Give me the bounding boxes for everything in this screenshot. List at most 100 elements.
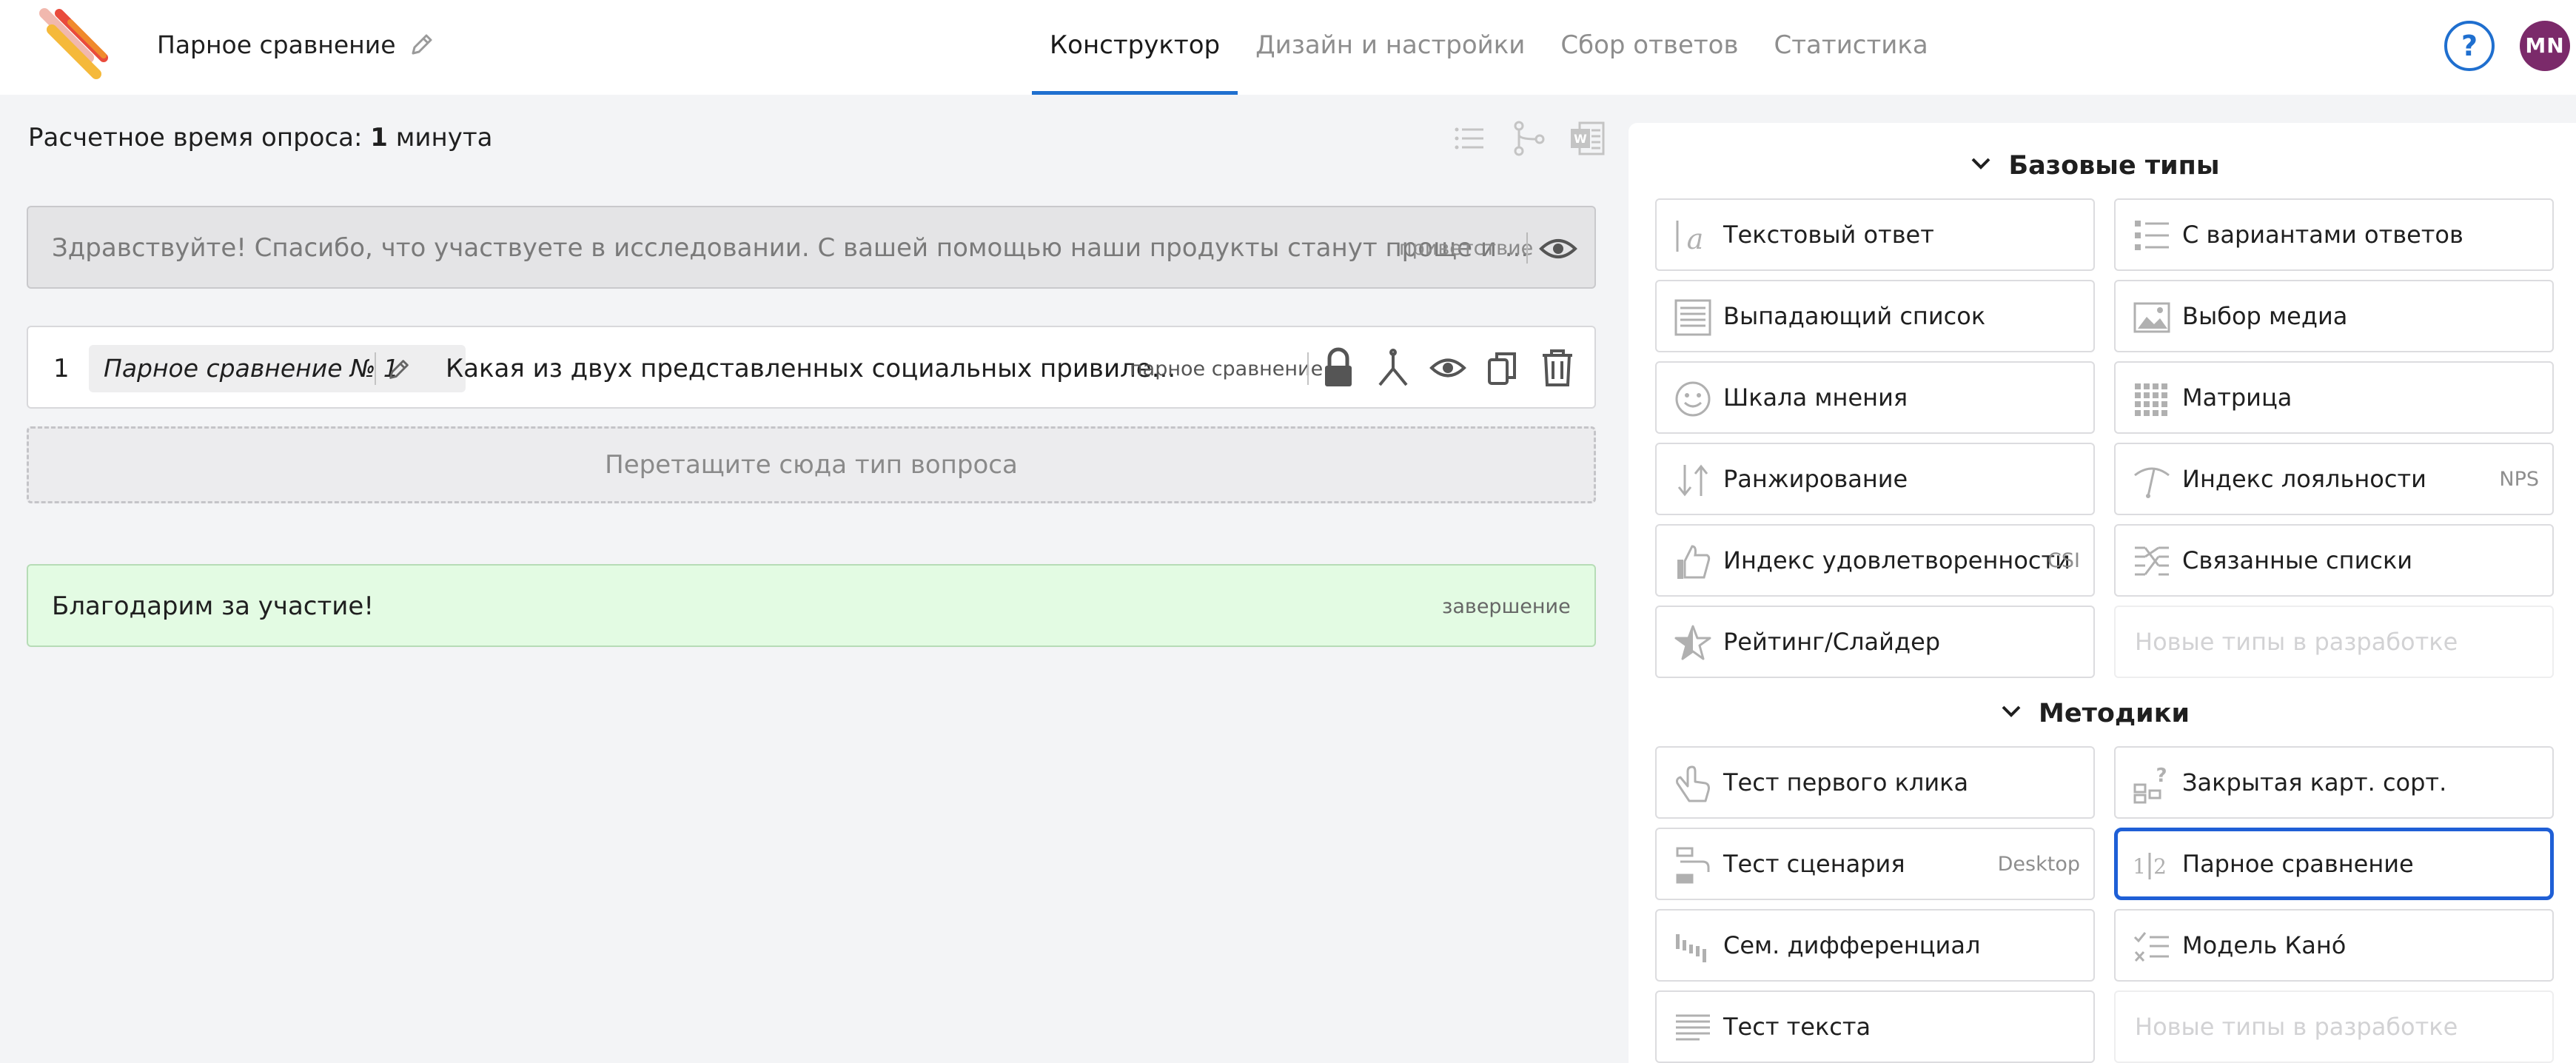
svg-text:W: W <box>1574 132 1587 146</box>
scenario-icon <box>1676 847 1710 884</box>
finish-text: Благодарим за участие! <box>52 591 374 621</box>
methods-header[interactable]: Методики <box>1629 696 2561 731</box>
basic-types-title: Базовые типы <box>2008 151 2220 181</box>
question-number: 1 <box>53 354 70 383</box>
method-first-click[interactable]: Тест первого клика <box>1655 746 2095 819</box>
media-image-icon <box>2133 302 2170 333</box>
help-button[interactable]: ? <box>2444 21 2495 71</box>
word-export-icon[interactable]: W <box>1569 120 1606 157</box>
type-satisfaction-index[interactable]: Индекс удовлетворенности CSI <box>1655 524 2095 597</box>
type-label: Сем. дифференциал <box>1723 931 1981 959</box>
type-dropdown[interactable]: Выпадающий список <box>1655 280 2095 352</box>
finish-block[interactable]: Благодарим за участие! завершение <box>27 564 1596 647</box>
question-types-panel: Базовые типы a Текстовый ответ С вариант… <box>1629 123 2576 1063</box>
chevron-down-icon <box>2002 705 2021 717</box>
method-scenario-test[interactable]: Тест сценария Desktop <box>1655 828 2095 900</box>
lock-icon[interactable] <box>1319 346 1358 389</box>
type-placeholder: Новые типы в разработке <box>2114 990 2554 1063</box>
method-closed-card-sort[interactable]: ? Закрытая карт. сорт. <box>2114 746 2554 819</box>
type-badge: Desktop <box>1997 853 2080 876</box>
avatar[interactable]: MN <box>2520 21 2570 71</box>
logic-branch-icon[interactable] <box>1510 120 1547 157</box>
divider <box>375 352 376 385</box>
divider <box>1307 352 1309 385</box>
method-text-test[interactable]: Тест текста <box>1655 990 2095 1063</box>
type-media-choice[interactable]: Выбор медиа <box>2114 280 2554 352</box>
type-label: Новые типы в разработке <box>2135 1013 2458 1041</box>
estimated-time-unit: минута <box>395 123 493 152</box>
pair-compare-icon: 12 <box>2133 853 2167 879</box>
estimated-time-value: 1 <box>370 123 388 152</box>
estimated-time: Расчетное время опроса: 1 минута <box>28 120 493 155</box>
method-semantic-differential[interactable]: Сем. дифференциал <box>1655 909 2095 982</box>
type-multiple-choice[interactable]: С вариантами ответов <box>2114 198 2554 271</box>
dropzone-text: Перетащите сюда тип вопроса <box>605 450 1018 480</box>
type-label: Закрытая карт. сорт. <box>2182 768 2447 797</box>
type-badge: CSI <box>2047 549 2080 572</box>
question-text[interactable]: Какая из двух представленных социальных … <box>446 352 1175 386</box>
type-badge: NPS <box>2499 468 2539 491</box>
kano-model-icon <box>2133 932 2169 962</box>
svg-text:2: 2 <box>2153 854 2167 879</box>
finish-tag: завершение <box>1442 595 1571 618</box>
type-matrix[interactable]: Матрица <box>2114 361 2554 434</box>
question-dropzone[interactable]: Перетащите сюда тип вопроса <box>27 426 1596 503</box>
eye-icon[interactable] <box>1429 346 1467 389</box>
type-label: Связанные списки <box>2182 546 2413 574</box>
type-text-answer[interactable]: a Текстовый ответ <box>1655 198 2095 271</box>
type-label: Индекс лояльности <box>2182 465 2426 493</box>
gauge-icon <box>2134 467 2170 498</box>
tab-design-settings[interactable]: Дизайн и настройки <box>1238 0 1543 95</box>
type-label: Выпадающий список <box>1723 302 1986 330</box>
type-rating-slider[interactable]: Рейтинг/Слайдер <box>1655 606 2095 678</box>
estimated-time-label: Расчетное время опроса: <box>28 123 363 152</box>
copy-icon[interactable] <box>1483 346 1522 389</box>
method-kano-model[interactable]: Модель Кано́ <box>2114 909 2554 982</box>
type-label: Парное сравнение <box>2182 850 2414 878</box>
card-sort-icon: ? <box>2133 765 2167 804</box>
tab-collect-responses[interactable]: Сбор ответов <box>1543 0 1756 95</box>
eye-icon[interactable] <box>1538 232 1578 265</box>
welcome-tag: приветствие <box>1399 237 1534 260</box>
welcome-text: Здравствуйте! Спасибо, что участвуете в … <box>52 233 1529 263</box>
linked-lists-icon <box>2135 546 2169 576</box>
semantic-diff-icon <box>1676 934 1706 962</box>
tab-constructor[interactable]: Конструктор <box>1032 0 1238 95</box>
list-view-icon[interactable] <box>1451 120 1488 157</box>
question-type: парное сравнение <box>1130 358 1324 380</box>
pencil-icon[interactable] <box>385 355 413 383</box>
star-icon <box>1674 625 1711 660</box>
methods-title: Методики <box>2039 699 2190 728</box>
type-linked-lists[interactable]: Связанные списки <box>2114 524 2554 597</box>
type-label: Шкала мнения <box>1723 383 1908 412</box>
dropdown-list-icon <box>1674 299 1711 336</box>
main-tabs: Конструктор Дизайн и настройки Сбор отве… <box>1032 0 1946 95</box>
svg-text:?: ? <box>2156 765 2167 787</box>
type-opinion-scale[interactable]: Шкала мнения <box>1655 361 2095 434</box>
type-label: Тест сценария <box>1723 850 1905 878</box>
svg-text:1: 1 <box>2133 854 2146 879</box>
pencil-icon[interactable] <box>407 30 437 59</box>
basic-types-header[interactable]: Базовые типы <box>1629 148 2561 184</box>
divider <box>1526 232 1528 264</box>
type-ranking[interactable]: Ранжирование <box>1655 443 2095 515</box>
tab-statistics[interactable]: Статистика <box>1757 0 1946 95</box>
matrix-grid-icon <box>2135 383 2167 416</box>
welcome-block[interactable]: Здравствуйте! Спасибо, что участвуете в … <box>27 206 1596 289</box>
method-pair-comparison[interactable]: 12 Парное сравнение <box>2114 828 2554 900</box>
branch-icon[interactable] <box>1374 346 1412 389</box>
type-label: Текстовый ответ <box>1723 221 1934 249</box>
thumbs-up-icon <box>1677 545 1711 579</box>
text-answer-icon: a <box>1676 221 1703 255</box>
text-test-icon <box>1676 1014 1710 1041</box>
question-block[interactable]: 1 Парное сравнение № 1 Какая из двух пре… <box>27 326 1596 409</box>
ranking-arrows-icon <box>1677 464 1708 497</box>
trash-icon[interactable] <box>1538 346 1577 389</box>
logo-icon[interactable] <box>30 7 126 81</box>
type-loyalty-index[interactable]: Индекс лояльности NPS <box>2114 443 2554 515</box>
type-label: Модель Кано́ <box>2182 931 2347 959</box>
question-actions <box>1319 346 1577 389</box>
type-label: С вариантами ответов <box>2182 221 2463 249</box>
canvas-toolbar: W <box>1451 120 1606 157</box>
smiley-icon <box>1675 381 1711 417</box>
